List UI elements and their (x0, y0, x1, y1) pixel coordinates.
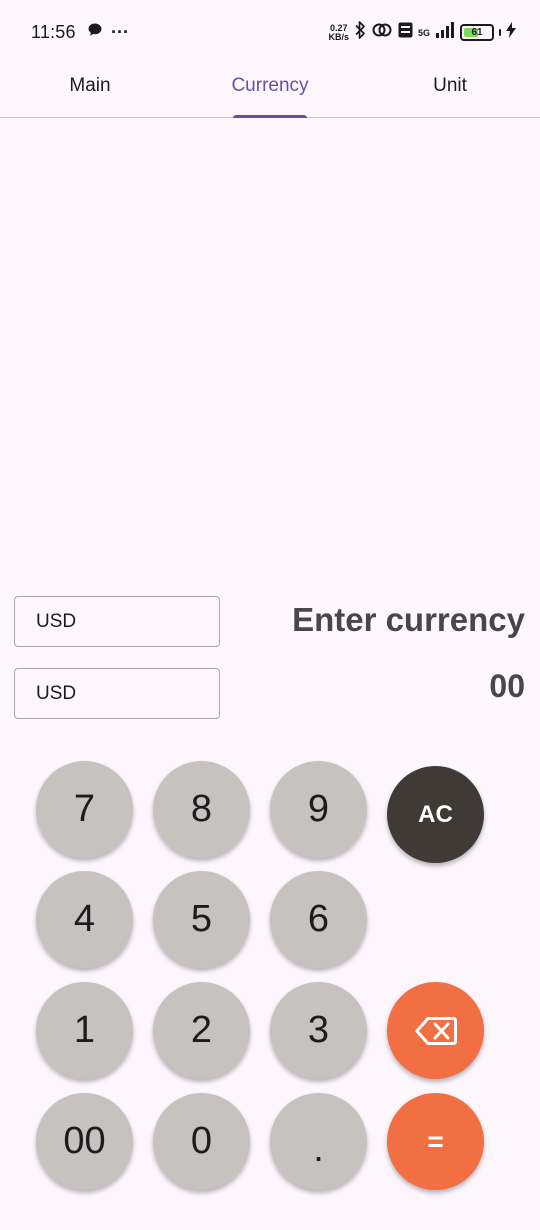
status-bar: 11:56 ··· 0.27 KB/s 5G 61 (0, 0, 540, 62)
key-6[interactable]: 6 (270, 871, 367, 968)
key-00[interactable]: 00 (36, 1093, 133, 1190)
network-speed: 0.27 KB/s (328, 22, 349, 42)
chat-bubble-icon (87, 22, 103, 43)
tab-unit-label: Unit (433, 74, 467, 96)
bluetooth-icon (354, 20, 366, 45)
tab-bar: Main Currency Unit (0, 62, 540, 118)
tab-currency-label: Currency (231, 74, 309, 96)
key-1[interactable]: 1 (36, 982, 133, 1079)
tab-main[interactable]: Main (0, 62, 180, 117)
tab-unit[interactable]: Unit (360, 62, 540, 117)
active-tab-indicator (233, 115, 307, 118)
input-prompt: Enter currency (292, 601, 525, 638)
battery-tip (499, 29, 501, 36)
network-type: 5G (417, 27, 430, 38)
currency-converter-screen: 11:56 ··· 0.27 KB/s 5G 61 Main Currency … (0, 0, 540, 1230)
tab-main-label: Main (69, 74, 111, 96)
from-currency-value: USD (36, 610, 77, 632)
battery-level: 61 (471, 27, 483, 38)
volte-icon (398, 22, 413, 43)
key-2[interactable]: 2 (153, 982, 250, 1079)
result-display: 00 (489, 668, 525, 704)
link-icon (371, 22, 393, 43)
battery-icon: 61 (460, 24, 494, 41)
backspace-icon (414, 1016, 457, 1045)
key-3[interactable]: 3 (270, 982, 367, 1079)
key-9[interactable]: 9 (270, 761, 367, 858)
backspace-button[interactable] (387, 982, 484, 1079)
tab-currency[interactable]: Currency (180, 62, 360, 118)
key-8[interactable]: 8 (153, 761, 250, 858)
equals-button[interactable]: = (387, 1093, 484, 1190)
signal-icon (435, 22, 455, 43)
more-dots-icon: ··· (111, 22, 129, 42)
system-icons: 0.27 KB/s 5G 61 (328, 20, 516, 45)
from-currency-dropdown[interactable]: USD (14, 596, 220, 647)
key-4[interactable]: 4 (36, 871, 133, 968)
to-currency-value: USD (36, 682, 77, 704)
key-7[interactable]: 7 (36, 761, 133, 858)
notification-icons: ··· (87, 22, 129, 43)
key-5[interactable]: 5 (153, 871, 250, 968)
to-currency-dropdown[interactable]: USD (14, 668, 220, 719)
key-decimal[interactable]: . (270, 1093, 367, 1190)
key-0[interactable]: 0 (153, 1093, 250, 1190)
status-time: 11:56 (31, 22, 76, 42)
clear-all-button[interactable]: AC (387, 766, 484, 863)
charging-icon (506, 22, 516, 43)
